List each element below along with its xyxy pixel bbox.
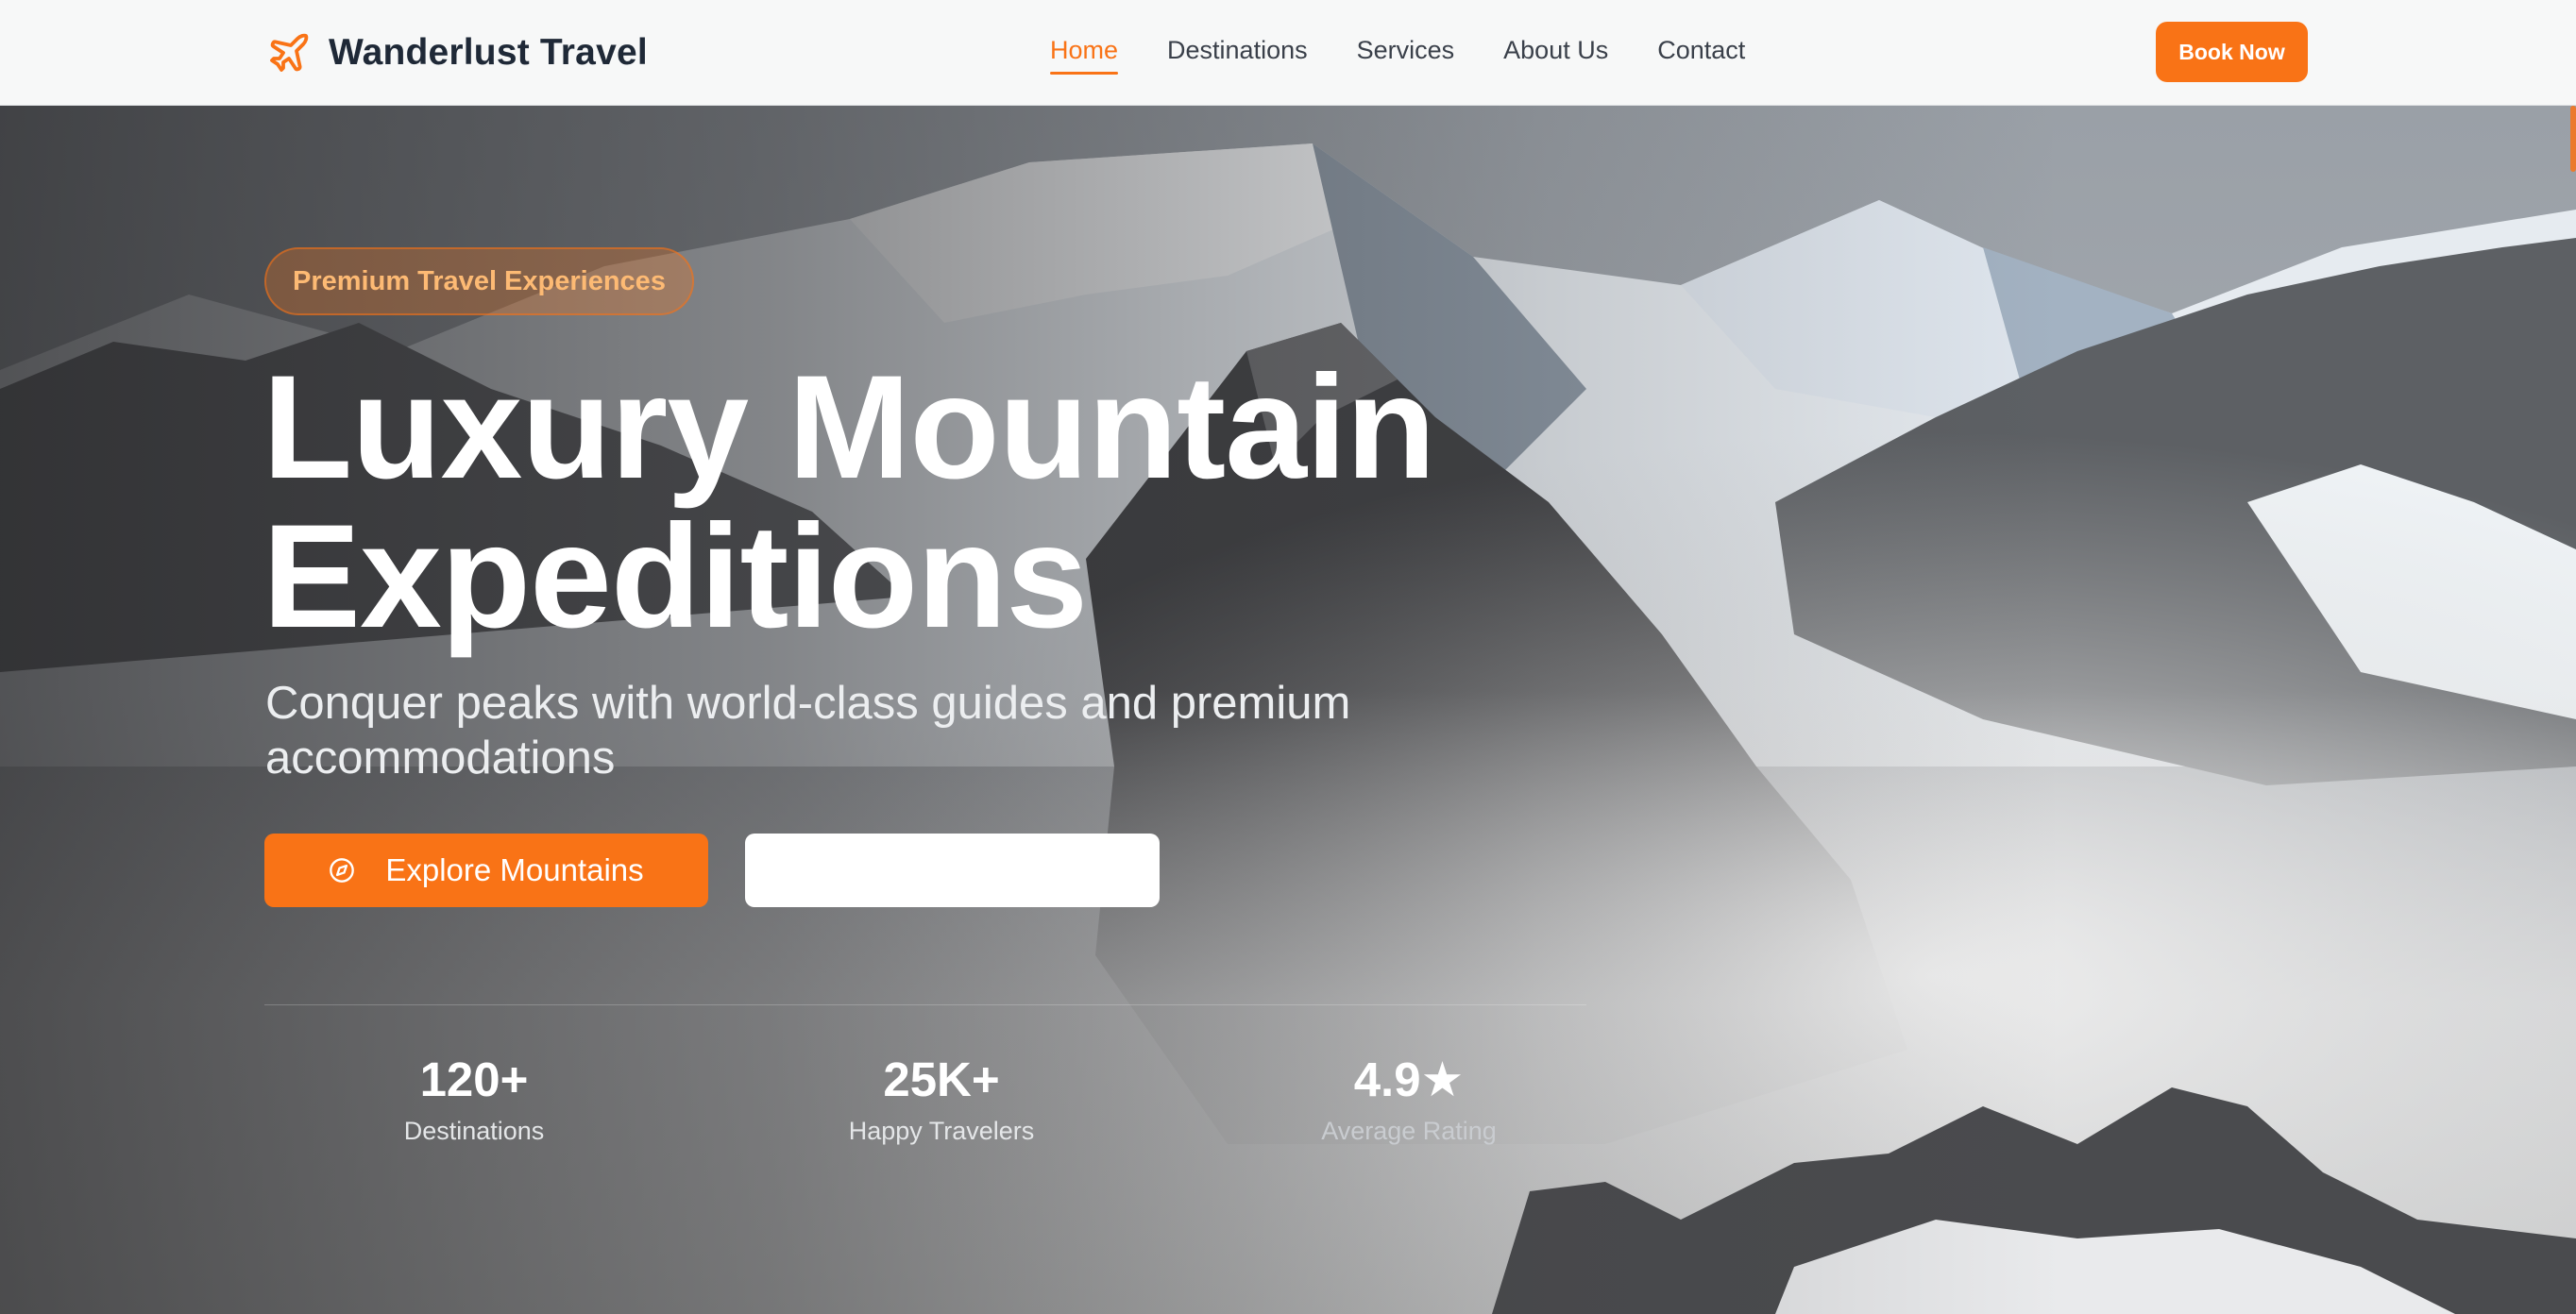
stat-happy-travelers: 25K+ Happy Travelers — [771, 1052, 1111, 1150]
main-nav: Home Destinations Services About Us Cont… — [1050, 30, 1794, 76]
stat-average-rating: 4.9★ Average Rating — [1239, 1052, 1579, 1150]
nav-item-about-us[interactable]: About Us — [1503, 36, 1608, 71]
nav-item-destinations[interactable]: Destinations — [1167, 36, 1308, 71]
hero-badge: Premium Travel Experiences — [264, 247, 694, 315]
stat-value: 25K+ — [883, 1053, 1000, 1106]
scrollbar-thumb[interactable] — [2570, 106, 2576, 172]
hero-title-line-1: Luxury Mountain — [263, 345, 1436, 510]
stat-label: Average Rating — [1321, 1117, 1497, 1145]
nav-item-contact[interactable]: Contact — [1657, 36, 1745, 71]
brand-name: Wanderlust Travel — [329, 32, 648, 73]
stats-divider — [264, 1004, 1586, 1005]
stat-destinations: 120+ Destinations — [304, 1052, 644, 1150]
stat-value: 120+ — [419, 1053, 529, 1106]
hero-subtitle: Conquer peaks with world-class guides an… — [265, 678, 1351, 783]
compass-icon — [330, 858, 355, 883]
explore-mountains-button[interactable]: Explore Mountains — [264, 834, 708, 907]
secondary-cta-button[interactable] — [745, 834, 1160, 907]
nav-item-home[interactable]: Home — [1050, 36, 1119, 75]
stat-value: 4.9★ — [1353, 1053, 1465, 1106]
hero-title: Luxury Mountain Expeditions — [263, 353, 1679, 651]
navbar: Wanderlust Travel Home Destinations Serv… — [0, 0, 2576, 106]
hero-section: Premium Travel Experiences Luxury Mounta… — [0, 106, 2576, 1314]
airplane-icon — [270, 33, 309, 72]
brand-logo[interactable]: Wanderlust Travel — [266, 26, 648, 79]
nav-item-services[interactable]: Services — [1357, 36, 1455, 71]
stat-label: Happy Travelers — [848, 1117, 1035, 1145]
page: Wanderlust Travel Home Destinations Serv… — [0, 0, 2576, 1314]
explore-mountains-label: Explore Mountains — [385, 852, 644, 887]
book-now-button[interactable]: Book Now — [2156, 22, 2308, 82]
hero-title-line-2: Expeditions — [263, 495, 1088, 659]
stat-label: Destinations — [403, 1117, 545, 1145]
